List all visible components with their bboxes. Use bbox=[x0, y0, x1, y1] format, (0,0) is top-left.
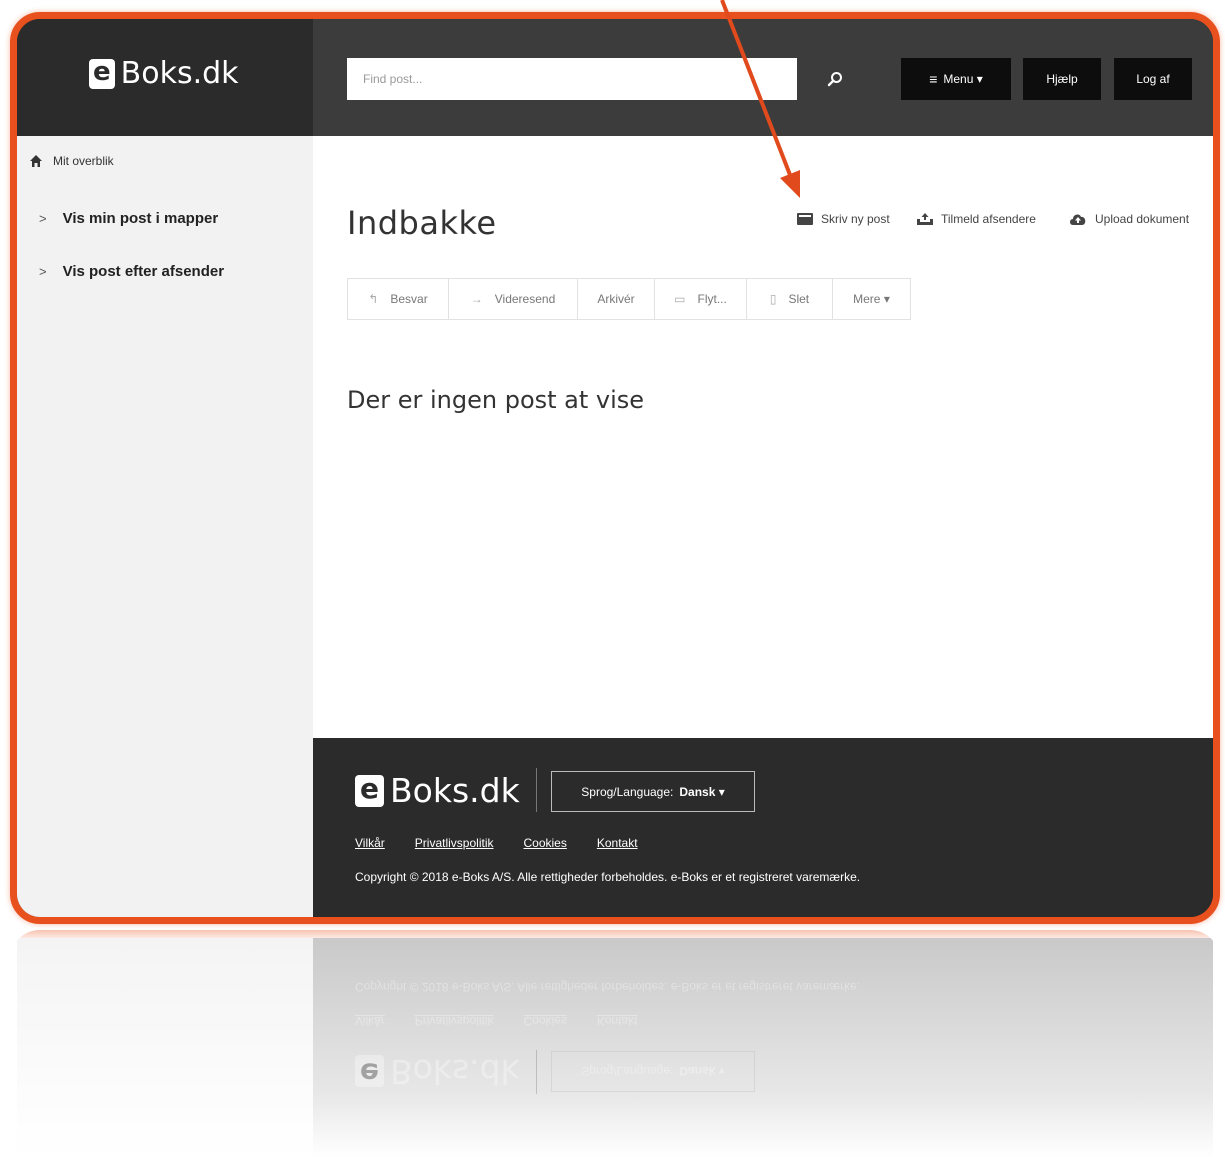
footer-logo: e Boks.dk bbox=[355, 774, 520, 807]
sidebar-item-by-sender[interactable]: > Vis post efter afsender bbox=[39, 263, 224, 280]
logo-letter: e bbox=[89, 59, 115, 89]
forward-label: Videresend bbox=[494, 292, 556, 306]
menu-button[interactable]: ≡ Menu ▾ bbox=[901, 58, 1011, 100]
footer-link-cookies: Cookies bbox=[523, 1014, 567, 1028]
language-value: Dansk ▾ bbox=[679, 784, 725, 799]
sidebar-item-label: Vis min post i mapper bbox=[62, 210, 219, 227]
move-label: Flyt... bbox=[697, 292, 727, 306]
forward-arrow-icon: → bbox=[470, 292, 483, 306]
more-button[interactable]: Mere ▾ bbox=[833, 279, 910, 319]
reflection-language: Sprog/Language: Dansk ▾ bbox=[551, 1051, 755, 1092]
inbox-upload-icon bbox=[917, 213, 933, 225]
envelope-icon bbox=[797, 213, 813, 225]
logo-letter: e bbox=[355, 774, 384, 807]
more-label: Mere ▾ bbox=[853, 292, 890, 306]
archive-label: Arkivér bbox=[597, 292, 635, 306]
window-reflection: e Boks.dk Sprog/Language: Dansk ▾ Vilkår… bbox=[10, 930, 1220, 1160]
action-upload-document[interactable]: Upload dokument bbox=[1069, 212, 1189, 226]
footer-link-contact: Kontakt bbox=[596, 1014, 638, 1028]
footer-links: Vilkår Privatlivspolitik Cookies Kontakt bbox=[355, 836, 668, 850]
footer-link-cookies[interactable]: Cookies bbox=[523, 836, 566, 850]
footer-link-terms[interactable]: Vilkår bbox=[355, 836, 385, 850]
eboks-logo[interactable]: e Boks.dk bbox=[89, 59, 239, 89]
app-window-frame: e Boks.dk Find post... ≡ Menu ▾ Hjælp Lo… bbox=[10, 12, 1220, 924]
reply-button[interactable]: ↰ Besvar bbox=[348, 279, 449, 319]
message-toolbar: ↰ Besvar → Videresend Arkivér ▭ Flyt... … bbox=[347, 278, 911, 320]
reflection-logo: e Boks.dk bbox=[355, 1052, 520, 1091]
page-title: Indbakke bbox=[347, 204, 497, 242]
archive-button[interactable]: Arkivér bbox=[578, 279, 655, 319]
language-label: Sprog/Language: bbox=[581, 784, 674, 799]
empty-inbox-message: Der er ingen post at vise bbox=[347, 386, 645, 414]
logout-button[interactable]: Log af bbox=[1114, 58, 1192, 100]
footer-link-contact[interactable]: Kontakt bbox=[597, 836, 638, 850]
language-value: Dansk ▾ bbox=[679, 1064, 725, 1079]
reflection-sidebar bbox=[17, 938, 313, 1158]
forward-button[interactable]: → Videresend bbox=[449, 279, 578, 319]
sidebar-item-overview[interactable]: Mit overblik bbox=[29, 154, 114, 168]
sidebar: Mit overblik > Vis min post i mapper > V… bbox=[17, 136, 313, 917]
app-window: e Boks.dk Find post... ≡ Menu ▾ Hjælp Lo… bbox=[17, 19, 1213, 917]
top-bar: Find post... ≡ Menu ▾ Hjælp Log af bbox=[313, 19, 1213, 136]
cloud-upload-icon bbox=[1069, 213, 1087, 225]
language-selector[interactable]: Sprog/Language: Dansk ▾ bbox=[551, 771, 755, 812]
reflection-links: Vilkår Privatlivspolitik Cookies Kontakt bbox=[355, 1014, 668, 1028]
footer-link-privacy[interactable]: Privatlivspolitik bbox=[415, 836, 494, 850]
sidebar-item-label: Vis post efter afsender bbox=[62, 263, 225, 280]
reply-icon: ↰ bbox=[368, 292, 379, 306]
copyright-text: Copyright © 2018 e-Boks A/S. Alle rettig… bbox=[355, 870, 861, 884]
chevron-right-icon: > bbox=[39, 211, 47, 226]
logo-letter: e bbox=[355, 1055, 384, 1091]
home-icon bbox=[30, 155, 42, 167]
search-input[interactable]: Find post... bbox=[347, 58, 797, 100]
reflection-footer: e Boks.dk Sprog/Language: Dansk ▾ Vilkår… bbox=[313, 938, 1213, 1158]
main-content: Indbakke Skriv ny post Tilmeld afsendere… bbox=[313, 136, 1213, 738]
help-button[interactable]: Hjælp bbox=[1023, 58, 1101, 100]
logo-word: Boks.dk bbox=[390, 1052, 520, 1091]
logo-word: Boks.dk bbox=[390, 771, 520, 810]
menu-label: Menu ▾ bbox=[943, 72, 983, 86]
sidebar-item-label: Mit overblik bbox=[53, 154, 114, 168]
language-label: Sprog/Language: bbox=[581, 1064, 674, 1079]
footer-divider bbox=[536, 768, 537, 812]
search-icon bbox=[827, 72, 842, 87]
action-label: Upload dokument bbox=[1095, 212, 1190, 226]
action-write-new[interactable]: Skriv ny post bbox=[797, 212, 890, 226]
delete-label: Slet bbox=[788, 292, 810, 306]
action-subscribe-senders[interactable]: Tilmeld afsendere bbox=[917, 212, 1036, 226]
chevron-right-icon: > bbox=[39, 264, 47, 279]
footer-link-terms: Vilkår bbox=[355, 1014, 385, 1028]
footer-link-privacy: Privatlivspolitik bbox=[414, 1014, 494, 1028]
action-label: Tilmeld afsendere bbox=[941, 212, 1036, 226]
sidebar-item-folders[interactable]: > Vis min post i mapper bbox=[39, 210, 218, 227]
trash-icon: ▯ bbox=[769, 292, 777, 306]
move-button[interactable]: ▭ Flyt... bbox=[655, 279, 747, 319]
reflection-footer-content: e Boks.dk Sprog/Language: Dansk ▾ Vilkår… bbox=[313, 938, 1213, 1158]
folder-move-icon: ▭ bbox=[674, 292, 686, 306]
brand-area: e Boks.dk bbox=[17, 19, 313, 136]
reflection-copyright: Copyright © 2018 e-Boks A/S. Alle rettig… bbox=[355, 980, 861, 994]
reflection-divider bbox=[536, 1050, 537, 1094]
action-label: Skriv ny post bbox=[821, 212, 890, 226]
delete-button[interactable]: ▯ Slet bbox=[747, 279, 833, 319]
search-button[interactable] bbox=[797, 58, 872, 100]
logo-word: Boks.dk bbox=[120, 56, 239, 91]
hamburger-icon: ≡ bbox=[929, 71, 938, 87]
reply-label: Besvar bbox=[390, 292, 428, 306]
footer: e Boks.dk Sprog/Language: Dansk ▾ Vilkår… bbox=[313, 738, 1213, 917]
